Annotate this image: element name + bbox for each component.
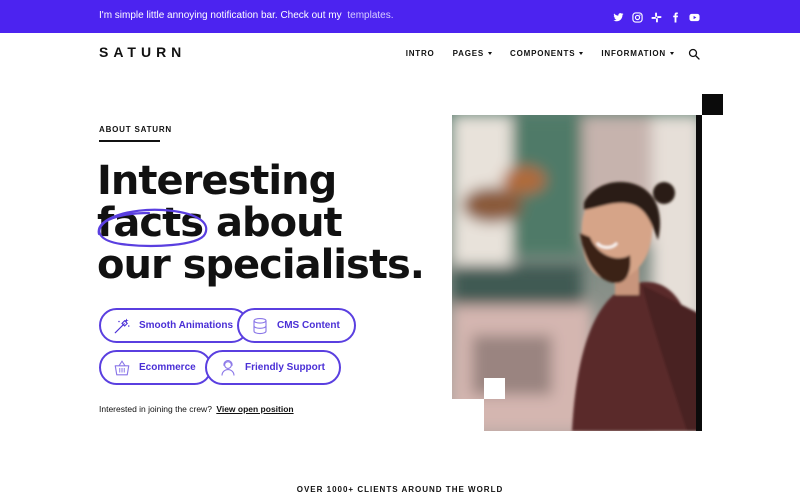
social-links: [613, 10, 700, 23]
instagram-icon[interactable]: [632, 10, 643, 23]
decorative-square-white: [452, 399, 484, 432]
notification-message: I'm simple little annoying notification …: [99, 10, 342, 21]
feature-button-friendly-support[interactable]: Friendly Support: [205, 350, 341, 385]
clients-caption: OVER 1000+ CLIENTS AROUND THE WORLD: [296, 485, 504, 494]
nav-item-label: INTRO: [405, 48, 435, 58]
magic-wand-icon: [113, 317, 131, 335]
notification-templates-link[interactable]: templates.: [347, 10, 393, 21]
hero-headline: Interesting facts about our specialists.: [97, 160, 427, 286]
nav-item-information[interactable]: INFORMATION: [601, 49, 674, 58]
youtube-icon[interactable]: [689, 10, 700, 22]
headline-line-2-rest: about: [203, 200, 343, 246]
headline-highlight: facts: [97, 200, 204, 246]
slack-icon[interactable]: [651, 10, 662, 23]
decorative-square: [702, 94, 723, 115]
nav-item-components[interactable]: COMPONENTS: [510, 48, 584, 58]
eyebrow-label: ABOUT SATURN: [99, 125, 173, 134]
shopping-basket-icon: [113, 359, 131, 377]
site-logo[interactable]: SATURN: [99, 44, 186, 60]
view-open-position-link[interactable]: View open position: [216, 404, 293, 414]
feature-button-smooth-animations[interactable]: Smooth Animations: [99, 308, 250, 343]
caret-down-icon: [670, 51, 674, 55]
notification-bar: I'm simple little annoying notification …: [0, 0, 800, 33]
eyebrow-underline: [99, 140, 160, 142]
caret-down-icon: [488, 51, 492, 55]
headline-line-3: our specialists.: [97, 242, 425, 288]
feature-label: Ecommerce: [139, 362, 196, 373]
caret-down-icon: [579, 51, 584, 55]
facebook-icon[interactable]: [670, 10, 681, 23]
feature-label: Smooth Animations: [139, 320, 234, 331]
search-icon[interactable]: [688, 47, 700, 60]
headline-line-1: Interesting: [97, 158, 337, 204]
nav-item-label: PAGES: [452, 48, 484, 58]
notification-text: I'm simple little annoying notification …: [99, 10, 394, 21]
nav-item-label: COMPONENTS: [510, 48, 576, 58]
join-crew-text: Interested in joining the crew? View ope…: [99, 404, 294, 414]
decorative-square-white-small: [484, 378, 505, 399]
nav-item-label: INFORMATION: [601, 48, 666, 58]
main-nav: INTRO PAGES COMPONENTS INFORMATION: [406, 47, 700, 60]
headline-highlight-wrap: facts: [97, 200, 208, 247]
support-agent-icon: [219, 359, 237, 377]
feature-button-ecommerce[interactable]: Ecommerce: [99, 350, 212, 385]
feature-label: Friendly Support: [245, 362, 325, 373]
nav-item-intro[interactable]: INTRO: [406, 49, 435, 58]
database-icon: [251, 317, 269, 335]
feature-button-cms-content[interactable]: CMS Content: [237, 308, 356, 343]
join-prompt: Interested in joining the crew?: [99, 404, 212, 414]
nav-item-pages[interactable]: PAGES: [453, 49, 492, 58]
twitter-icon[interactable]: [613, 10, 624, 22]
feature-label: CMS Content: [277, 320, 340, 331]
